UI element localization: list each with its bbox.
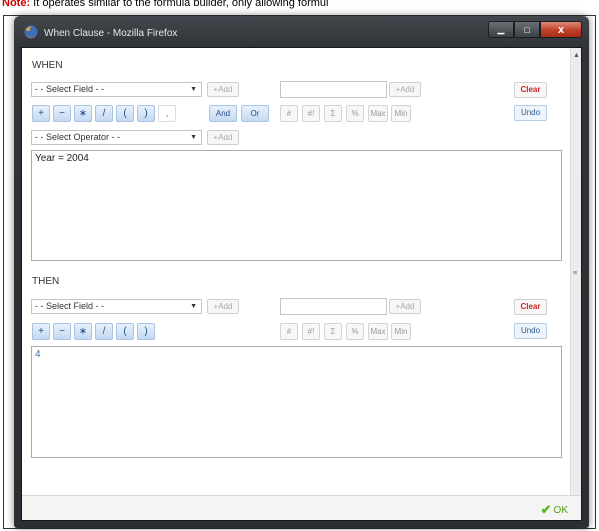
scroll-up-arrow-icon[interactable]: ▲	[573, 52, 580, 59]
title-bar[interactable]: When Clause - Mozilla Firefox ▁ □ x	[14, 16, 589, 46]
when-open-paren-button[interactable]: (	[116, 105, 134, 122]
scrollbar-grip-icon[interactable]: ≡	[573, 270, 577, 277]
then-multiply-button[interactable]: ∗	[74, 323, 92, 340]
when-plus-button[interactable]: +	[32, 105, 50, 122]
then-add-value-button[interactable]: +Add	[389, 299, 421, 314]
when-count-button[interactable]: #	[280, 105, 298, 122]
when-add-value-button[interactable]: +Add	[389, 82, 421, 97]
then-min-button[interactable]: Min	[391, 323, 411, 340]
when-comma-button[interactable]: ,	[158, 105, 176, 122]
then-undo-button[interactable]: Undo	[514, 323, 547, 339]
when-add-field-button[interactable]: +Add	[207, 82, 239, 97]
dialog-footer: ✔ OK	[22, 495, 581, 520]
content-area: WHEN - - Select Field - - ▼ +Add +Add Cl…	[22, 48, 570, 495]
when-minus-button[interactable]: −	[53, 105, 71, 122]
minimize-button[interactable]: ▁	[488, 21, 514, 38]
then-max-button[interactable]: Max	[368, 323, 388, 340]
when-heading: WHEN	[32, 60, 63, 71]
window-client-area: WHEN - - Select Field - - ▼ +Add +Add Cl…	[21, 47, 582, 521]
checkmark-icon: ✔	[540, 502, 552, 517]
window-controls: ▁ □ x	[488, 21, 582, 39]
when-add-operator-button[interactable]: +Add	[207, 130, 239, 145]
then-add-field-button[interactable]: +Add	[207, 299, 239, 314]
then-divide-button[interactable]: /	[95, 323, 113, 340]
vertical-scrollbar[interactable]: ▲ ≡	[570, 48, 581, 495]
then-percent-button[interactable]: %	[346, 323, 364, 340]
when-or-button[interactable]: Or	[241, 105, 269, 122]
then-distinct-count-button[interactable]: #!	[302, 323, 320, 340]
when-undo-button[interactable]: Undo	[514, 105, 547, 121]
then-value-input[interactable]	[280, 298, 387, 315]
then-close-paren-button[interactable]: )	[137, 323, 155, 340]
then-expression-area[interactable]: 4	[31, 346, 562, 458]
then-expression-text: 4	[35, 349, 41, 360]
when-sum-button[interactable]: Σ	[324, 105, 342, 122]
when-close-paren-button[interactable]: )	[137, 105, 155, 122]
when-value-input[interactable]	[280, 81, 387, 98]
maximize-button[interactable]: □	[514, 21, 540, 38]
when-and-button[interactable]: And	[209, 105, 237, 122]
when-max-button[interactable]: Max	[368, 105, 388, 122]
when-field-select[interactable]: - - Select Field - - ▼	[31, 82, 202, 97]
when-multiply-button[interactable]: ∗	[74, 105, 92, 122]
popup-window: When Clause - Mozilla Firefox ▁ □ x WHEN…	[14, 16, 589, 528]
when-operator-select-value: - - Select Operator - -	[35, 132, 121, 142]
close-button[interactable]: x	[540, 21, 582, 38]
then-heading: THEN	[32, 276, 60, 287]
then-open-paren-button[interactable]: (	[116, 323, 134, 340]
window-title: When Clause - Mozilla Firefox	[44, 28, 178, 39]
chevron-down-icon: ▼	[190, 86, 197, 93]
when-min-button[interactable]: Min	[391, 105, 411, 122]
instruction-note: Note: It operates similar to the formula…	[2, 0, 328, 9]
when-clear-button[interactable]: Clear	[514, 82, 547, 98]
note-text: It operates similar to the formula build…	[33, 0, 329, 9]
ok-label: OK	[553, 504, 568, 516]
then-minus-button[interactable]: −	[53, 323, 71, 340]
then-clear-button[interactable]: Clear	[514, 299, 547, 315]
when-expression-text: Year = 2004	[35, 153, 89, 164]
note-label: Note:	[2, 0, 31, 9]
then-count-button[interactable]: #	[280, 323, 298, 340]
when-percent-button[interactable]: %	[346, 105, 364, 122]
then-field-select-value: - - Select Field - -	[35, 301, 105, 311]
when-field-select-value: - - Select Field - -	[35, 84, 105, 94]
chevron-down-icon: ▼	[190, 303, 197, 310]
then-field-select[interactable]: - - Select Field - - ▼	[31, 299, 202, 314]
then-plus-button[interactable]: +	[32, 323, 50, 340]
when-divide-button[interactable]: /	[95, 105, 113, 122]
then-sum-button[interactable]: Σ	[324, 323, 342, 340]
when-operator-select[interactable]: - - Select Operator - - ▼	[31, 130, 202, 145]
when-distinct-count-button[interactable]: #!	[302, 105, 320, 122]
ok-button[interactable]: ✔ OK	[541, 502, 568, 518]
firefox-icon	[24, 25, 38, 39]
chevron-down-icon: ▼	[190, 134, 197, 141]
when-expression-area[interactable]: Year = 2004	[31, 150, 562, 261]
